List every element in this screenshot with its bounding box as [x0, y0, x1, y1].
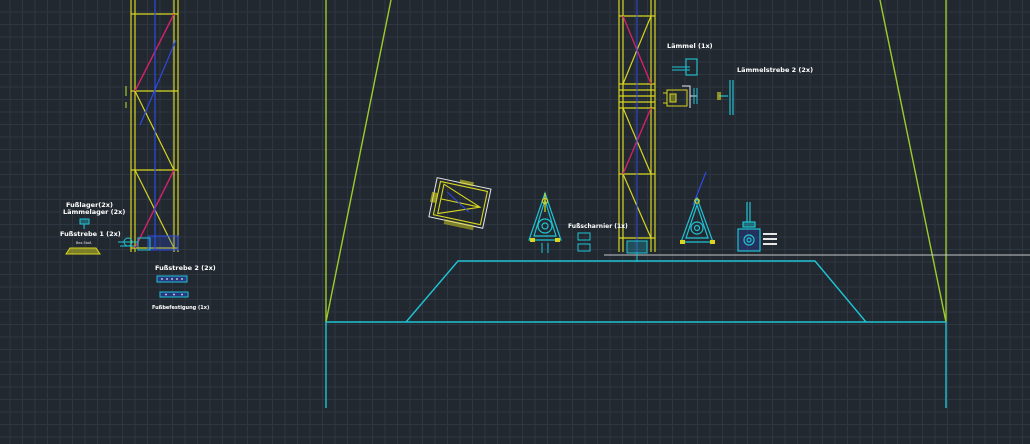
label-fussbefestigung: Fußbefestigung (1x) — [152, 305, 209, 311]
part-base-plate[interactable] — [737, 202, 777, 252]
part-bracket-assembly[interactable] — [426, 174, 492, 232]
part-fusslager[interactable]: Fußlager(2x) Lämmelager (2x) — [63, 201, 125, 229]
cad-model-space[interactable]: Fußlager(2x) Lämmelager (2x) Fußstrebe 1… — [0, 0, 1030, 444]
label-laemmelstrebe-2: Lämmelstrebe 2 (2x) — [737, 66, 813, 74]
cad-drawing[interactable]: Fußlager(2x) Lämmelager (2x) Fußstrebe 1… — [0, 0, 1030, 444]
label-laemmel: Lämmel (1x) — [667, 42, 713, 50]
label-laemmelager: Lämmelager (2x) — [63, 208, 125, 216]
part-laemmel[interactable]: Lämmel (1x) — [663, 42, 713, 108]
part-laemmelstrebe-2[interactable]: Lämmelstrebe 2 (2x) — [717, 66, 813, 115]
part-fussbefestigung[interactable]: Fußbefestigung (1x) — [152, 305, 209, 311]
label-fussscharnier: Fußscharnier (1x) — [568, 223, 628, 230]
part-fussstrebe-2[interactable]: Fußstrebe 2 (2x) — [155, 264, 216, 298]
foundation-outline[interactable] — [325, 254, 1030, 408]
part-fussscharnier[interactable]: Fußscharnier (1x) — [528, 191, 628, 253]
part-fussstrebe-1[interactable]: Fußstrebe 1 (2x) Bez.Stoß — [60, 230, 121, 255]
label-fussstrebe-2: Fußstrebe 2 (2x) — [155, 264, 216, 272]
part-triangle-assembly[interactable] — [680, 171, 715, 244]
label-fussstrebe-1: Fußstrebe 1 (2x) — [60, 230, 121, 238]
label-fussstrebe-1-tag: Bez.Stoß — [76, 241, 92, 245]
left-mast[interactable] — [118, 0, 179, 252]
